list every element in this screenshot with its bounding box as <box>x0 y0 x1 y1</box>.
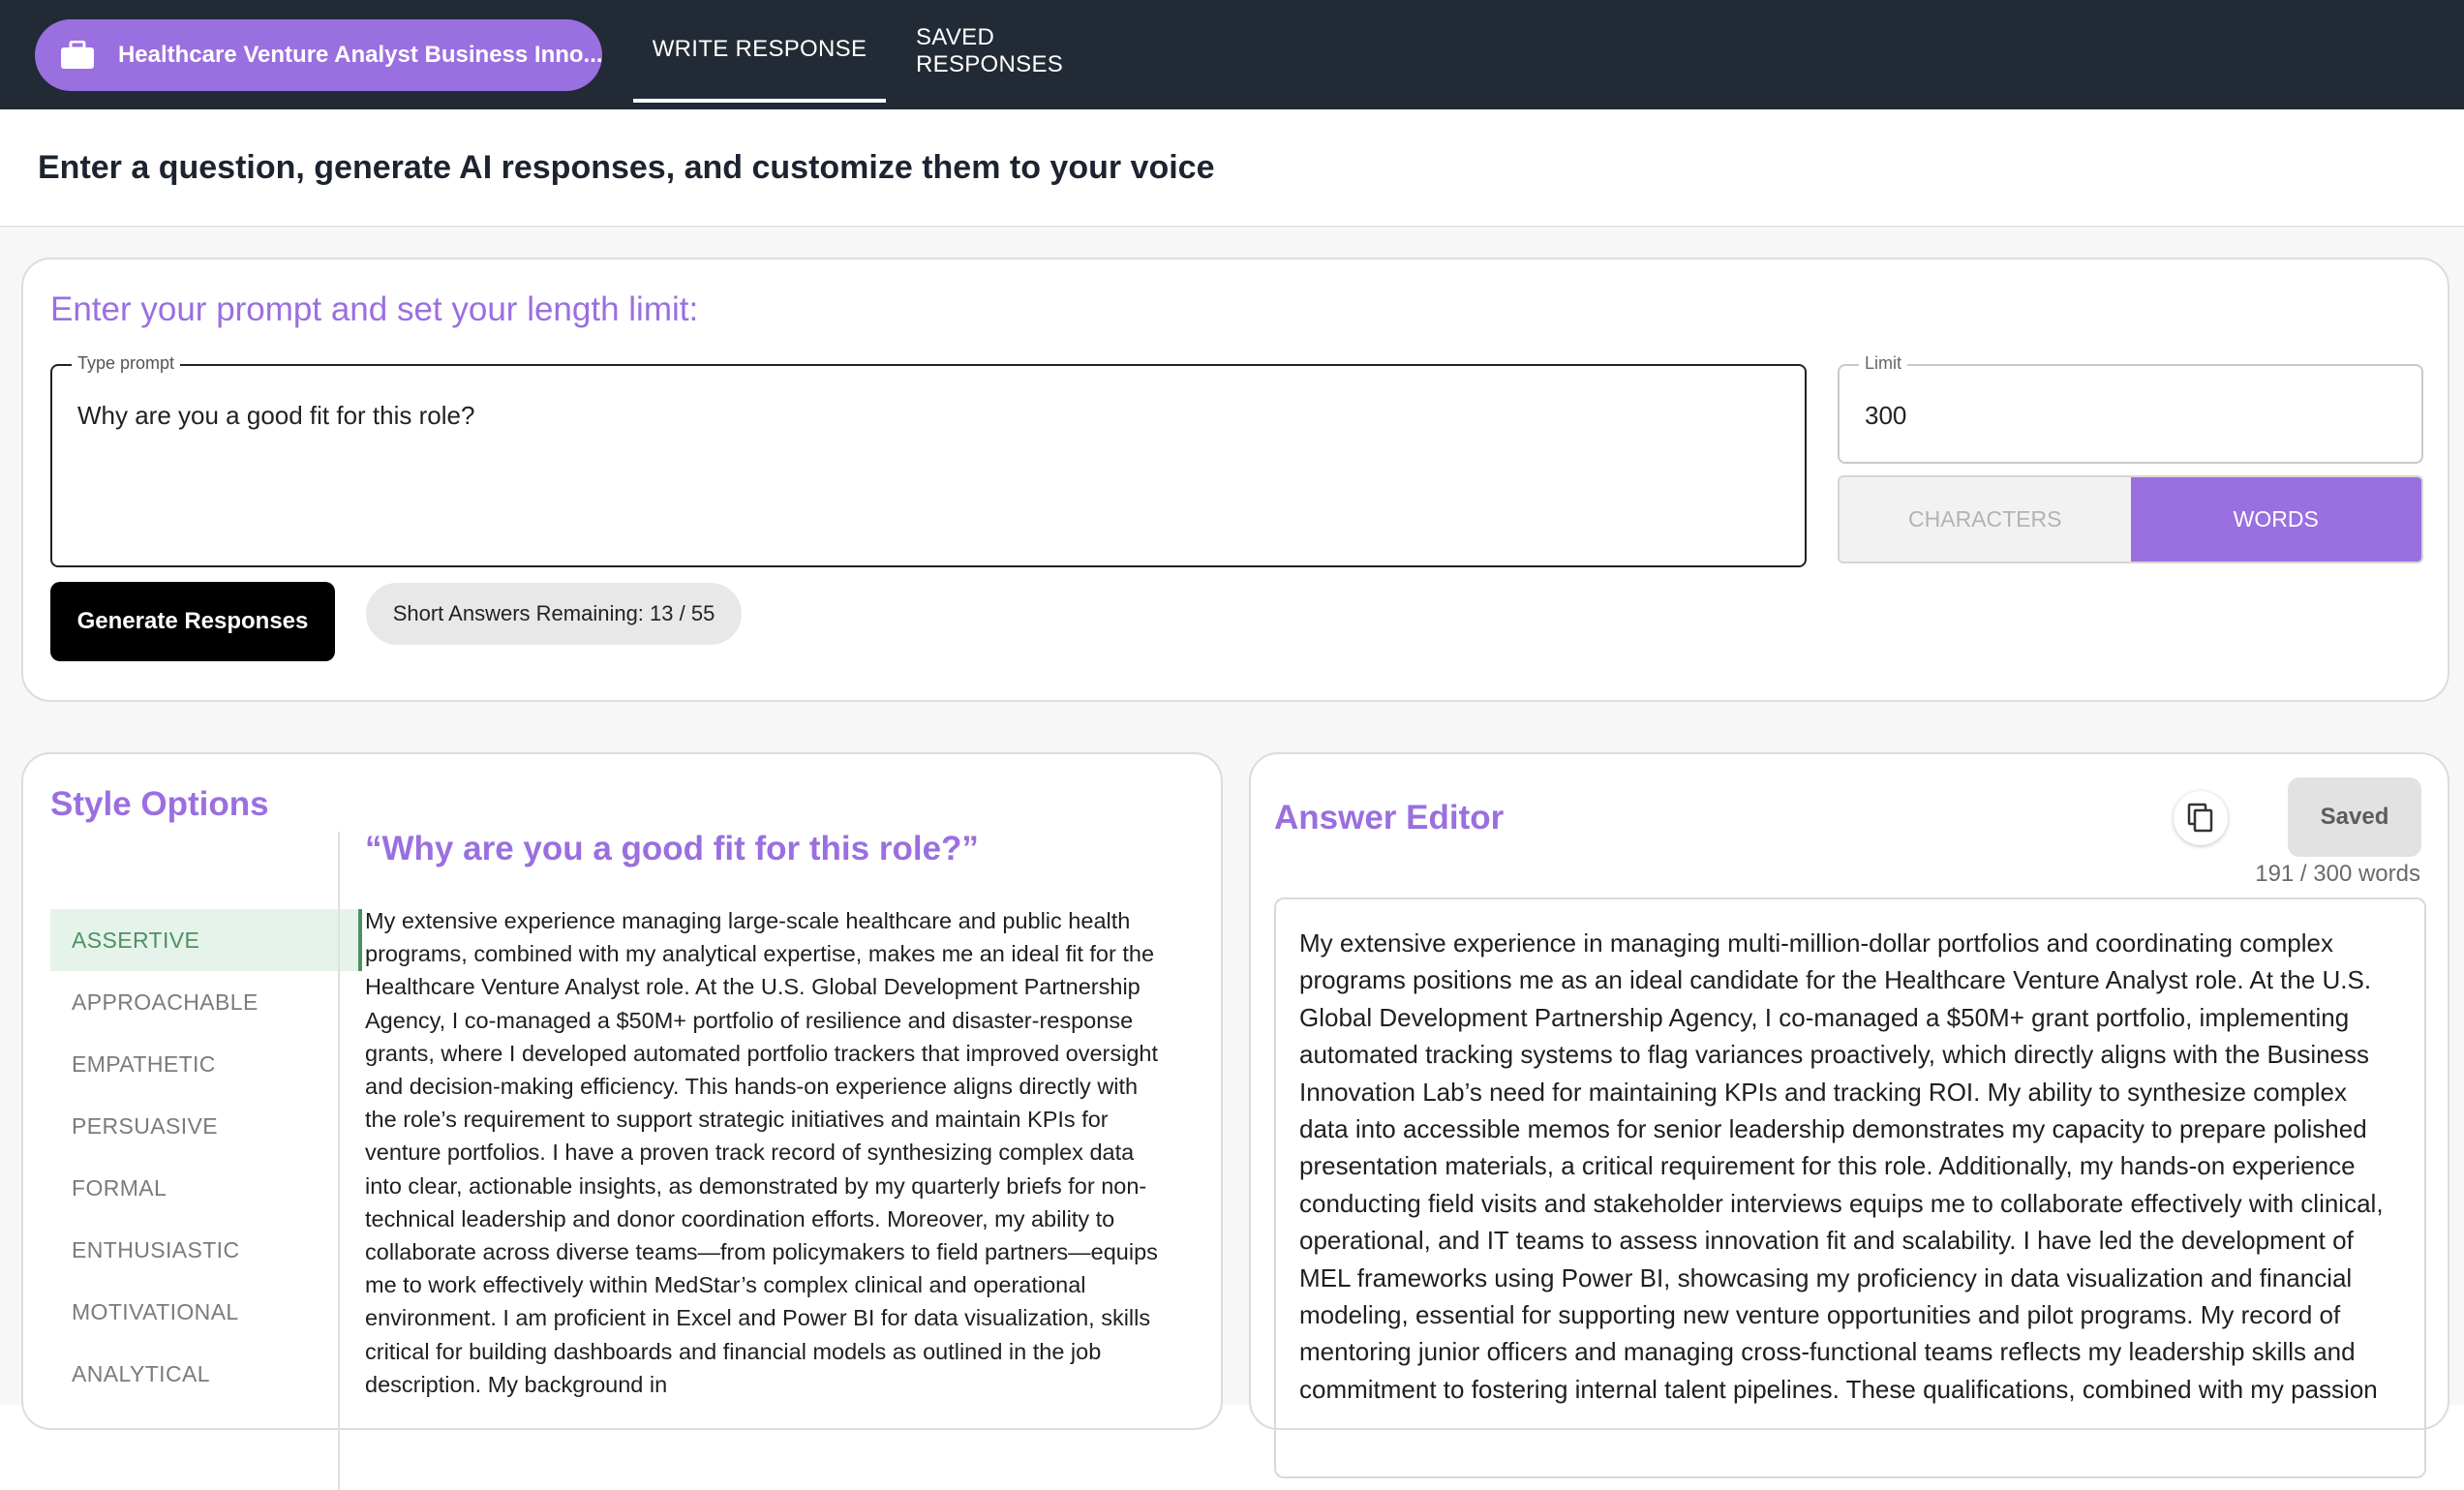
page-header: Enter a question, generate AI responses,… <box>0 109 2464 228</box>
tab-saved-responses[interactable]: SAVED RESPONSES <box>916 0 1134 103</box>
remaining-answers-badge: Short Answers Remaining: 13 / 55 <box>366 583 742 645</box>
style-item-persuasive[interactable]: PERSUASIVE <box>50 1095 362 1157</box>
style-options-title: Style Options <box>50 785 269 823</box>
style-item-motivational[interactable]: MOTIVATIONAL <box>50 1281 362 1343</box>
style-question-heading: “Why are you a good fit for this role?” <box>365 830 979 867</box>
saved-button[interactable]: Saved <box>2288 777 2421 857</box>
style-item-enthusiastic[interactable]: ENTHUSIASTIC <box>50 1219 362 1281</box>
generate-responses-button[interactable]: Generate Responses <box>50 582 335 661</box>
style-response-text: My extensive experience managing large-s… <box>365 908 1159 1397</box>
style-item-formal[interactable]: FORMAL <box>50 1157 362 1219</box>
style-item-assertive[interactable]: ASSERTIVE <box>50 909 362 971</box>
limit-input[interactable]: Limit 300 <box>1838 353 2423 464</box>
copy-icon <box>2187 803 2213 833</box>
style-options-card: Style Options ASSERTIVE APPROACHABLE EMP… <box>21 752 1223 1490</box>
prompt-input-label: Type prompt <box>72 353 181 374</box>
limit-input-label: Limit <box>1859 353 1908 374</box>
top-nav: Healthcare Venture Analyst Business Inno… <box>0 0 2464 109</box>
limit-input-value[interactable]: 300 <box>1865 401 1906 431</box>
job-selector-button[interactable]: Healthcare Venture Analyst Business Inno… <box>35 19 602 91</box>
tab-write-response[interactable]: WRITE RESPONSE <box>633 0 886 103</box>
prompt-input[interactable]: Type prompt Why are you a good fit for t… <box>50 353 1807 567</box>
answer-editor-textarea[interactable]: My extensive experience in managing mult… <box>1274 897 2426 1478</box>
page-title: Enter a question, generate AI responses,… <box>38 148 1215 186</box>
characters-toggle-button[interactable]: CHARACTERS <box>1840 477 2131 562</box>
style-divider <box>338 832 340 1490</box>
briefcase-icon <box>60 41 94 69</box>
prompt-input-value[interactable]: Why are you a good fit for this role? <box>77 401 474 431</box>
copy-button[interactable] <box>2174 791 2228 845</box>
job-title: Healthcare Venture Analyst Business Inno… <box>117 42 602 68</box>
word-count: 191 / 300 words <box>2255 861 2420 887</box>
style-item-empathetic[interactable]: EMPATHETIC <box>50 1033 362 1095</box>
answer-editor-title: Answer Editor <box>1274 799 1505 836</box>
style-item-approachable[interactable]: APPROACHABLE <box>50 971 362 1033</box>
words-toggle-button[interactable]: WORDS <box>2130 477 2421 562</box>
style-list: ASSERTIVE APPROACHABLE EMPATHETIC PERSUA… <box>50 909 362 1405</box>
prompt-card-title: Enter your prompt and set your length li… <box>50 290 699 328</box>
prompt-card: Enter your prompt and set your length li… <box>21 258 2449 702</box>
limit-unit-toggle: CHARACTERS WORDS <box>1838 475 2423 563</box>
answer-editor-card: Answer Editor Saved 191 / 300 words My e… <box>1249 752 2449 1478</box>
style-item-analytical[interactable]: ANALYTICAL <box>50 1343 362 1405</box>
